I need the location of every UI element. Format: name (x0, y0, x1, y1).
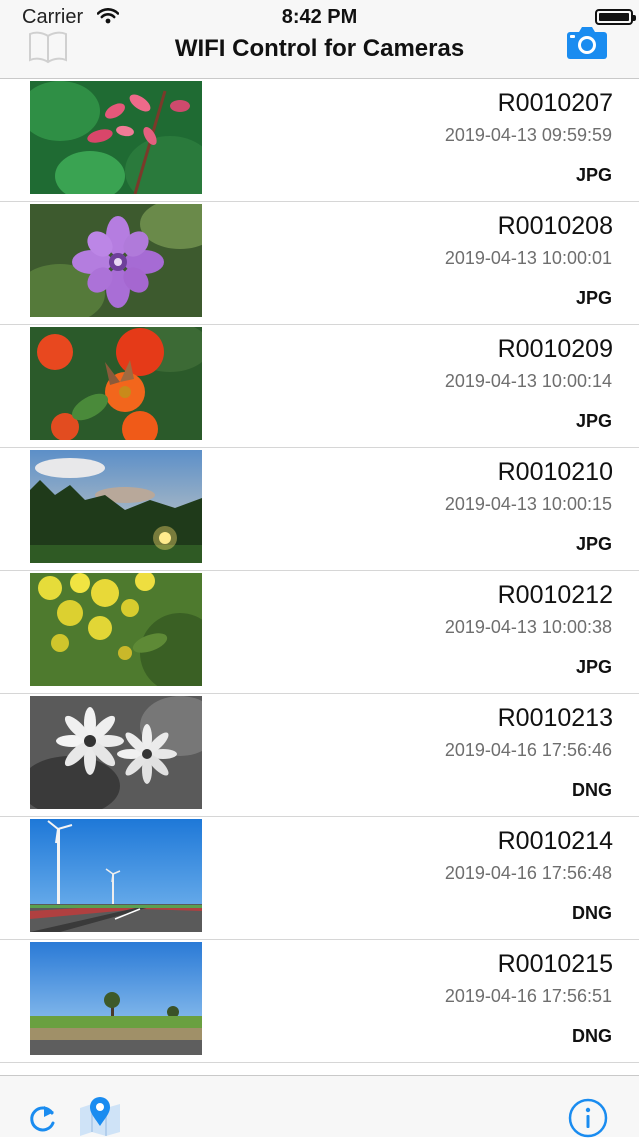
navigation-bar: WIFI Control for Cameras (0, 27, 639, 79)
photo-filename: R0010212 (497, 581, 613, 609)
status-time: 8:42 PM (281, 6, 358, 28)
photo-list[interactable]: R0010207 2019-04-13 09:59:59 JPG R001020… (0, 79, 639, 1075)
photo-row[interactable]: R0010207 2019-04-13 09:59:59 JPG (0, 79, 639, 202)
photo-filename: R0010209 (497, 335, 613, 363)
photo-datetime: 2019-04-13 10:00:01 (444, 248, 612, 268)
photo-datetime: 2019-04-16 17:56:51 (444, 986, 612, 1006)
page-title: WIFI Control for Cameras (174, 35, 465, 62)
photo-filename: R0010207 (497, 89, 613, 117)
info-icon[interactable] (568, 1098, 608, 1143)
photo-datetime: 2019-04-13 10:00:15 (444, 494, 612, 514)
photo-format: JPG (575, 411, 612, 431)
photo-filename: R0010213 (497, 704, 613, 732)
photo-datetime: 2019-04-16 17:56:48 (444, 863, 612, 883)
photo-format: JPG (575, 534, 612, 554)
status-bar: Carrier 8:42 PM (0, 0, 639, 36)
book-icon[interactable] (28, 30, 68, 69)
photo-thumbnail (30, 696, 202, 809)
photo-thumbnail (30, 942, 202, 1055)
photo-thumbnail (30, 450, 202, 563)
photo-thumbnail (30, 819, 202, 932)
photo-datetime: 2019-04-13 09:59:59 (444, 125, 612, 145)
bottom-toolbar (0, 1075, 639, 1140)
photo-datetime: 2019-04-13 10:00:14 (444, 371, 612, 391)
photo-format: DNG (572, 1026, 612, 1046)
photo-format: JPG (575, 165, 612, 185)
photo-filename: R0010215 (497, 950, 613, 978)
photo-format: JPG (575, 657, 612, 677)
battery-icon (595, 9, 636, 25)
photo-row[interactable]: R0010214 2019-04-16 17:56:48 DNG (0, 817, 639, 940)
photo-thumbnail (30, 573, 202, 686)
photo-row[interactable]: R0010212 2019-04-13 10:00:38 JPG (0, 571, 639, 694)
photo-row[interactable]: R0010210 2019-04-13 10:00:15 JPG (0, 448, 639, 571)
photo-format: DNG (572, 903, 612, 923)
photo-format: JPG (575, 288, 612, 308)
photo-datetime: 2019-04-13 10:00:38 (444, 617, 612, 637)
photo-thumbnail (30, 327, 202, 440)
camera-icon[interactable] (567, 26, 607, 65)
photo-thumbnail (30, 204, 202, 317)
map-pin-icon[interactable] (78, 1096, 122, 1141)
photo-filename: R0010208 (497, 212, 613, 240)
photo-datetime: 2019-04-16 17:56:46 (444, 740, 612, 760)
photo-row[interactable]: R0010208 2019-04-13 10:00:01 JPG (0, 202, 639, 325)
photo-filename: R0010210 (497, 458, 613, 486)
photo-filename: R0010214 (497, 827, 613, 855)
photo-row[interactable]: R0010213 2019-04-16 17:56:46 DNG (0, 694, 639, 817)
refresh-icon[interactable] (28, 1101, 58, 1140)
photo-row[interactable]: R0010215 2019-04-16 17:56:51 DNG (0, 940, 639, 1063)
photo-format: DNG (572, 780, 612, 800)
photo-row[interactable]: R0010209 2019-04-13 10:00:14 JPG (0, 325, 639, 448)
photo-thumbnail (30, 81, 202, 194)
